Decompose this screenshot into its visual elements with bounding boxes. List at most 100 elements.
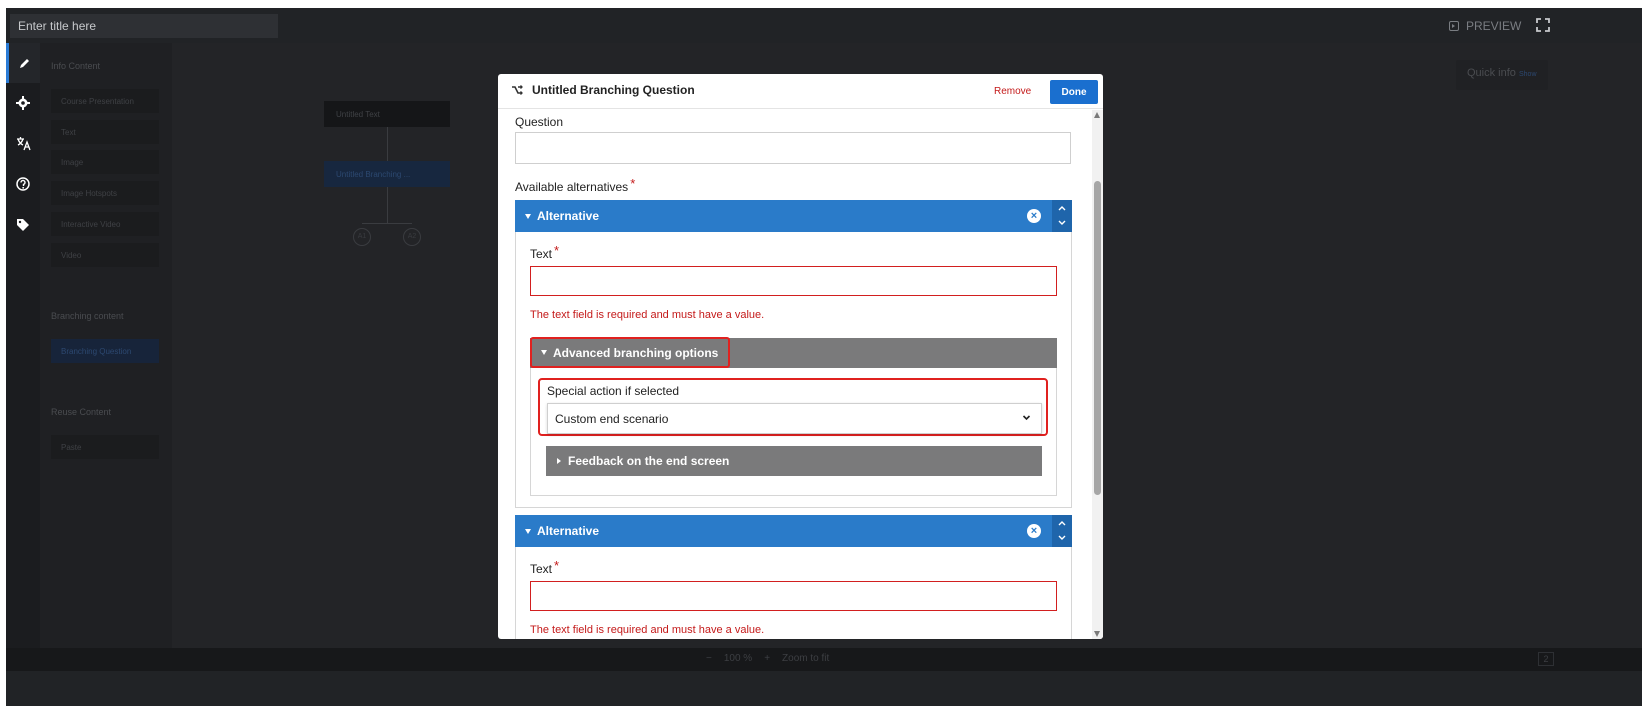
modal-title: Untitled Branching Question xyxy=(532,83,695,97)
zoom-to-fit: Zoom to fit xyxy=(782,653,830,664)
collapse-icon xyxy=(525,213,531,219)
remove-alternative-icon[interactable]: × xyxy=(1027,209,1041,223)
icon-rail xyxy=(6,43,40,648)
panel-item-branching: Branching Question xyxy=(51,339,159,363)
rail-translate[interactable] xyxy=(6,123,40,163)
required-mark: * xyxy=(630,176,636,191)
counter-badge: 2 xyxy=(1538,652,1554,666)
advanced-branching-toggle[interactable]: Advanced branching options xyxy=(530,337,730,368)
panel-item-label: Course Presentation xyxy=(61,96,134,106)
alternative-body: Text * The text field is required and mus… xyxy=(515,232,1072,508)
panel-item: Course Presentation xyxy=(51,89,159,113)
panel-item-label: Interactive Video xyxy=(61,219,121,229)
feedback-end-screen-toggle[interactable]: Feedback on the end screen xyxy=(546,446,1042,476)
rail-help[interactable] xyxy=(6,164,40,204)
content-panel: Info Content Course Presentation Text Im… xyxy=(40,43,172,648)
special-action-value: Custom end scenario xyxy=(555,411,669,426)
collapse-icon xyxy=(541,350,547,355)
bottom-bar: − 100 % + Zoom to fit 2 xyxy=(6,648,1642,671)
alternative-header[interactable]: Alternative × xyxy=(515,515,1072,547)
canvas-node-branching: Untitled Branching ... xyxy=(324,161,450,187)
special-action-label: Special action if selected xyxy=(547,384,680,398)
panel-item: Interactive Video xyxy=(51,212,159,236)
rail-edit[interactable] xyxy=(6,43,40,83)
alternative-title: Alternative xyxy=(537,524,600,538)
canvas-alt-a1: A1 xyxy=(353,228,371,246)
connector xyxy=(387,187,388,223)
node-label: Untitled Text xyxy=(336,109,380,119)
done-button[interactable]: Done xyxy=(1050,80,1098,104)
available-alternatives-text: Available alternatives xyxy=(515,180,629,194)
zoom-level: 100 % xyxy=(723,653,753,664)
branching-icon xyxy=(512,85,523,95)
text-label: Text * xyxy=(530,243,560,261)
chevron-down-icon[interactable] xyxy=(1052,531,1072,547)
question-input[interactable] xyxy=(515,132,1071,164)
quick-info: Quick info Show xyxy=(1456,60,1548,90)
connector xyxy=(362,223,412,224)
quick-info-show: Show xyxy=(1518,71,1537,78)
text-label-text: Text xyxy=(530,247,553,261)
collapse-icon xyxy=(525,528,531,534)
alternative-text-input[interactable] xyxy=(530,266,1057,296)
expand-icon xyxy=(557,458,561,464)
panel-item: Image Hotspots xyxy=(51,181,159,205)
gear-icon xyxy=(16,96,30,110)
tag-icon xyxy=(17,219,29,231)
advanced-options-bar: Advanced branching options xyxy=(530,337,1057,368)
panel-item-paste: Paste xyxy=(51,435,159,459)
modal-scrollbar[interactable] xyxy=(1092,110,1103,639)
panel-item: Video xyxy=(51,243,159,267)
remove-alternative-icon[interactable]: × xyxy=(1027,524,1041,538)
quick-info-label: Quick info xyxy=(1467,67,1516,79)
available-alternatives-label: Available alternatives * xyxy=(515,176,636,194)
zoom-out-icon: − xyxy=(706,653,712,664)
advanced-options-body: Special action if selected Custom end sc… xyxy=(530,368,1057,496)
alternative-header[interactable]: Alternative × xyxy=(515,200,1072,232)
scroll-thumb[interactable] xyxy=(1094,181,1101,495)
rail-tags[interactable] xyxy=(6,205,40,245)
question-label: Question xyxy=(515,115,564,129)
error-message: The text field is required and must have… xyxy=(530,309,765,321)
modal-header: Untitled Branching Question Remove Done xyxy=(498,74,1103,109)
panel-item-label: Video xyxy=(61,250,82,260)
zoom-controls: − 100 % + Zoom to fit xyxy=(706,653,829,664)
special-action-select[interactable]: Custom end scenario xyxy=(547,403,1042,434)
remove-button[interactable]: Remove xyxy=(994,86,1031,97)
text-label-text: Text xyxy=(530,562,553,576)
reorder-control[interactable] xyxy=(1052,515,1072,547)
branching-content-label: Branching content xyxy=(51,311,124,321)
special-action-group: Special action if selected Custom end sc… xyxy=(538,378,1048,436)
chevron-up-icon[interactable] xyxy=(1052,200,1072,216)
chevron-up-icon[interactable] xyxy=(1052,515,1072,531)
top-bar: PREVIEW xyxy=(6,8,1642,43)
text-label: Text * xyxy=(530,558,560,576)
panel-item-label: Paste xyxy=(61,442,82,452)
info-content-label: Info Content xyxy=(51,61,101,71)
alternative-title: Alternative xyxy=(537,209,600,223)
alternative-body: Text * The text field is required and mus… xyxy=(515,547,1072,639)
editor-app: PREVIEW Info Content Course Presentation… xyxy=(6,8,1642,706)
fullscreen-icon[interactable] xyxy=(1536,18,1550,32)
reuse-content-label: Reuse Content xyxy=(51,407,112,417)
help-icon xyxy=(16,177,30,191)
pencil-icon xyxy=(20,58,29,68)
branching-question-modal: Untitled Branching Question Remove Done … xyxy=(498,74,1103,639)
scroll-down-arrow[interactable] xyxy=(1094,631,1100,637)
panel-item-label: Branching Question xyxy=(61,346,132,356)
title-input[interactable] xyxy=(10,14,278,38)
error-message: The text field is required and must have… xyxy=(530,624,765,636)
preview-button[interactable]: PREVIEW xyxy=(1449,17,1521,35)
required-mark: * xyxy=(554,243,560,258)
modal-form: Question Available alternatives * Alterna… xyxy=(498,110,1103,639)
reorder-control[interactable] xyxy=(1052,200,1072,232)
scroll-up-arrow[interactable] xyxy=(1094,112,1100,118)
canvas-node-text: Untitled Text xyxy=(324,101,450,127)
chevron-down-icon[interactable] xyxy=(1052,216,1072,232)
required-mark: * xyxy=(554,558,560,573)
translate-icon xyxy=(16,136,31,150)
preview-icon xyxy=(1449,21,1459,31)
rail-settings[interactable] xyxy=(6,83,40,123)
alternative-text-input[interactable] xyxy=(530,581,1057,611)
advanced-branching-label: Advanced branching options xyxy=(553,345,719,360)
